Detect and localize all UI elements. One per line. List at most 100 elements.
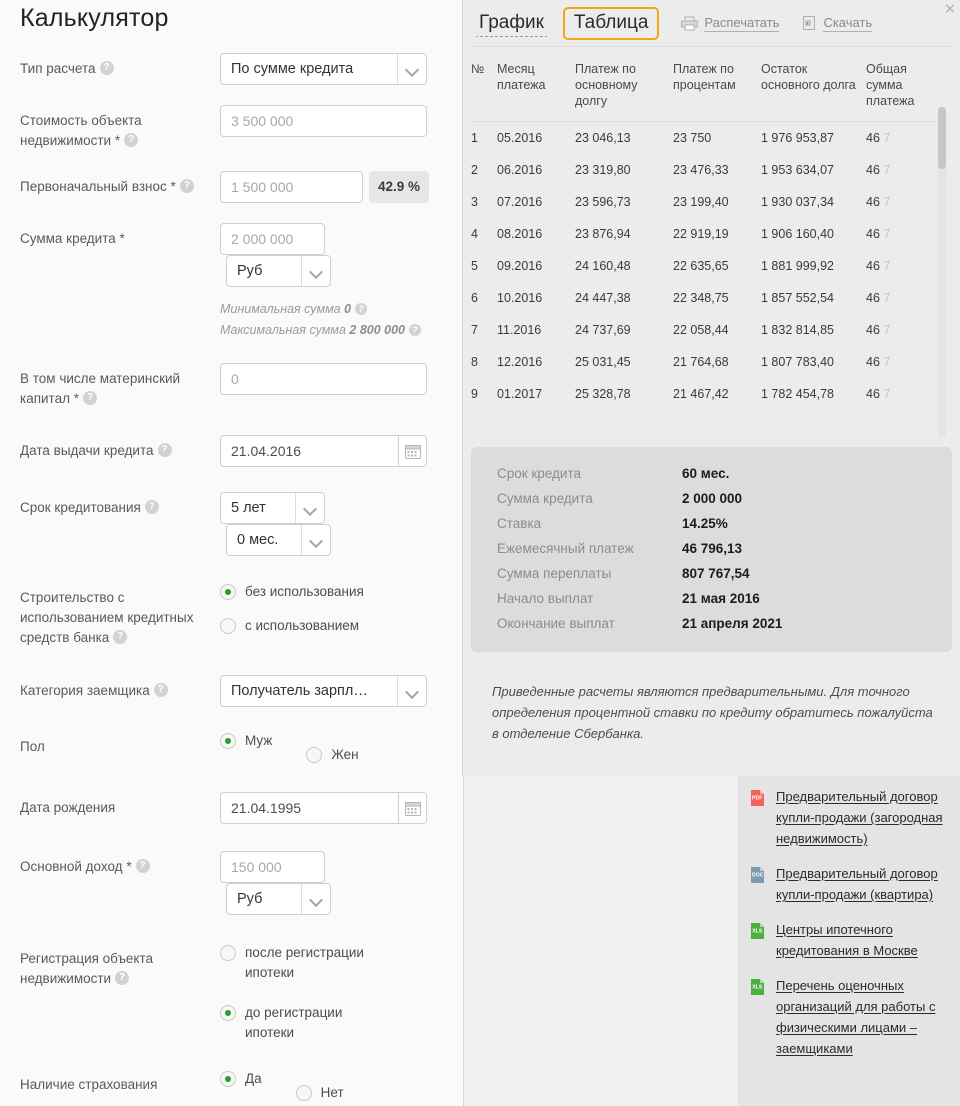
radio-button[interactable] [295, 1085, 312, 1101]
doc-file-icon: DOC [748, 865, 768, 905]
col-header-interest: Платеж по процентам [673, 62, 736, 92]
summary-row: Начало выплат 21 мая 2016 [497, 586, 930, 611]
help-icon[interactable]: ? [83, 391, 98, 406]
insurance-radio-group: Да Нет [220, 1069, 430, 1106]
income-currency-select[interactable]: Руб [226, 883, 331, 915]
chevron-down-icon[interactable] [301, 525, 330, 555]
birth-date-input[interactable]: 21.04.1995 [220, 792, 398, 824]
table-cell: 46 7 [866, 131, 891, 145]
income-input[interactable]: 150 000 [220, 851, 325, 883]
radio-button[interactable] [220, 733, 236, 749]
chevron-down-icon[interactable] [295, 493, 324, 523]
help-icon[interactable]: ? [113, 630, 128, 645]
radio-insurance-yes[interactable]: Да [220, 1069, 262, 1103]
table-cell: 1 976 953,87 [761, 131, 834, 145]
document-link-item[interactable]: XLS Центры ипотечного кредитования в Моск… [748, 919, 948, 961]
col-header-total: Общая сумма платежа [866, 62, 915, 108]
results-panel: ✕ График Таблица Распечатать x Скачать №… [462, 0, 960, 776]
scrollbar-thumb[interactable] [938, 107, 946, 169]
radio-registration-after[interactable]: после регистрации ипотеки [220, 943, 430, 983]
radio-gender-male[interactable]: Муж [220, 731, 272, 765]
col-header-balance: Остаток основного долга [761, 62, 856, 92]
document-link[interactable]: Предварительный договор купли-продажи (к… [776, 863, 948, 905]
radio-construction-without[interactable]: без использования [220, 582, 430, 602]
field-row-insurance: Наличие страхования Да Нет [20, 1069, 430, 1106]
document-link[interactable]: Центры ипотечного кредитования в Москве [776, 919, 948, 961]
document-link-item[interactable]: DOC Предварительный договор купли-продажи… [748, 863, 948, 905]
help-icon[interactable]: ? [124, 133, 139, 148]
radio-button[interactable] [306, 747, 323, 763]
help-icon[interactable]: ? [144, 500, 159, 515]
pdf-file-icon: PDF [748, 788, 768, 849]
print-button[interactable]: Распечатать [681, 15, 780, 32]
table-cell: 23 319,80 [575, 163, 631, 177]
table-cell: 22 919,19 [673, 227, 729, 241]
issue-date-input[interactable]: 21.04.2016 [220, 435, 398, 467]
help-icon[interactable]: ? [115, 971, 130, 986]
calc-type-select[interactable]: По сумме кредита [220, 53, 427, 85]
chevron-down-icon[interactable] [301, 256, 330, 286]
term-months-select[interactable]: 0 мес. [226, 524, 331, 556]
table-cell: 22 635,65 [673, 259, 729, 273]
borrower-category-select[interactable]: Получатель зарпл… [220, 675, 427, 707]
help-icon[interactable]: ? [99, 61, 114, 76]
help-icon[interactable]: ? [157, 443, 172, 458]
calendar-button[interactable] [398, 792, 427, 824]
download-label: Скачать [823, 14, 873, 32]
help-icon[interactable]: ? [355, 302, 368, 315]
table-cell: 1 881 999,92 [761, 259, 834, 273]
radio-button[interactable] [220, 945, 236, 961]
radio-gender-female[interactable]: Жен [306, 745, 359, 765]
down-payment-percent-badge: 42.9 % [369, 171, 430, 203]
radio-button[interactable] [220, 584, 236, 600]
radio-construction-with[interactable]: с использованием [220, 616, 430, 636]
summary-value: 2 000 000 [682, 491, 743, 506]
help-icon[interactable]: ? [409, 323, 421, 336]
table-cell: 46 7 [866, 227, 891, 241]
summary-value: 60 мес. [682, 466, 730, 481]
document-link[interactable]: Предварительный договор купли-продажи (з… [776, 786, 948, 849]
loan-currency-value: Руб [237, 263, 263, 279]
document-link[interactable]: Перечень оценочных организаций для работ… [776, 975, 948, 1059]
svg-text:XLS: XLS [752, 929, 763, 935]
document-link-item[interactable]: PDF Предварительный договор купли-продажи… [748, 786, 948, 849]
label-loan-amount: Сумма кредита * [20, 231, 125, 246]
close-icon[interactable]: ✕ [942, 2, 958, 18]
chevron-down-icon[interactable] [301, 884, 330, 914]
table-cell: 3 [471, 195, 478, 209]
table-vertical-scrollbar[interactable] [938, 107, 946, 436]
chevron-down-icon[interactable] [397, 54, 426, 84]
radio-insurance-no[interactable]: Нет [295, 1083, 344, 1103]
label-gender: Пол [20, 739, 45, 754]
document-link-item[interactable]: XLS Перечень оценочных организаций для ра… [748, 975, 948, 1059]
table-cell: 24 737,69 [575, 323, 631, 337]
label-term: Срок кредитования? [20, 492, 220, 518]
tab-chart[interactable]: График [475, 9, 548, 37]
table-cell: 09.2016 [497, 259, 543, 273]
radio-button[interactable] [220, 1005, 236, 1021]
table-row: 3 07.2016 23 596,73 23 199,40 1 930 037,34 46… [471, 186, 941, 218]
help-icon[interactable]: ? [135, 859, 150, 874]
calendar-button[interactable] [398, 435, 427, 467]
radio-button[interactable] [220, 618, 236, 634]
loan-currency-select[interactable]: Руб [226, 255, 331, 287]
radio-button[interactable] [220, 1071, 236, 1087]
help-icon[interactable]: ? [153, 683, 168, 698]
chevron-down-icon[interactable] [397, 676, 426, 706]
loan-amount-input[interactable]: 2 000 000 [220, 223, 325, 255]
payment-schedule-table-wrapper[interactable]: № Месяц платежа Платеж по основному долг… [471, 46, 952, 436]
table-body: 1 05.2016 23 046,13 23 750 1 976 953,87 46 72… [471, 122, 941, 411]
tab-table[interactable]: Таблица [562, 6, 660, 40]
table-cell: 24 160,48 [575, 259, 631, 273]
summary-value: 14.25% [682, 516, 728, 531]
help-icon[interactable]: ? [179, 179, 194, 194]
maternity-capital-input[interactable]: 0 [220, 363, 427, 395]
radio-registration-before[interactable]: до регистрации ипотеки [220, 1003, 430, 1043]
registration-radio-group: после регистрации ипотеки до регистрации… [220, 943, 430, 1043]
down-payment-input[interactable]: 1 500 000 [220, 171, 363, 203]
term-years-select[interactable]: 5 лет [220, 492, 325, 524]
download-button[interactable]: x Скачать [801, 14, 873, 32]
property-cost-input[interactable]: 3 500 000 [220, 105, 427, 137]
table-row: 2 06.2016 23 319,80 23 476,33 1 953 634,07 46… [471, 154, 941, 186]
table-cell: 1 906 160,40 [761, 227, 834, 241]
